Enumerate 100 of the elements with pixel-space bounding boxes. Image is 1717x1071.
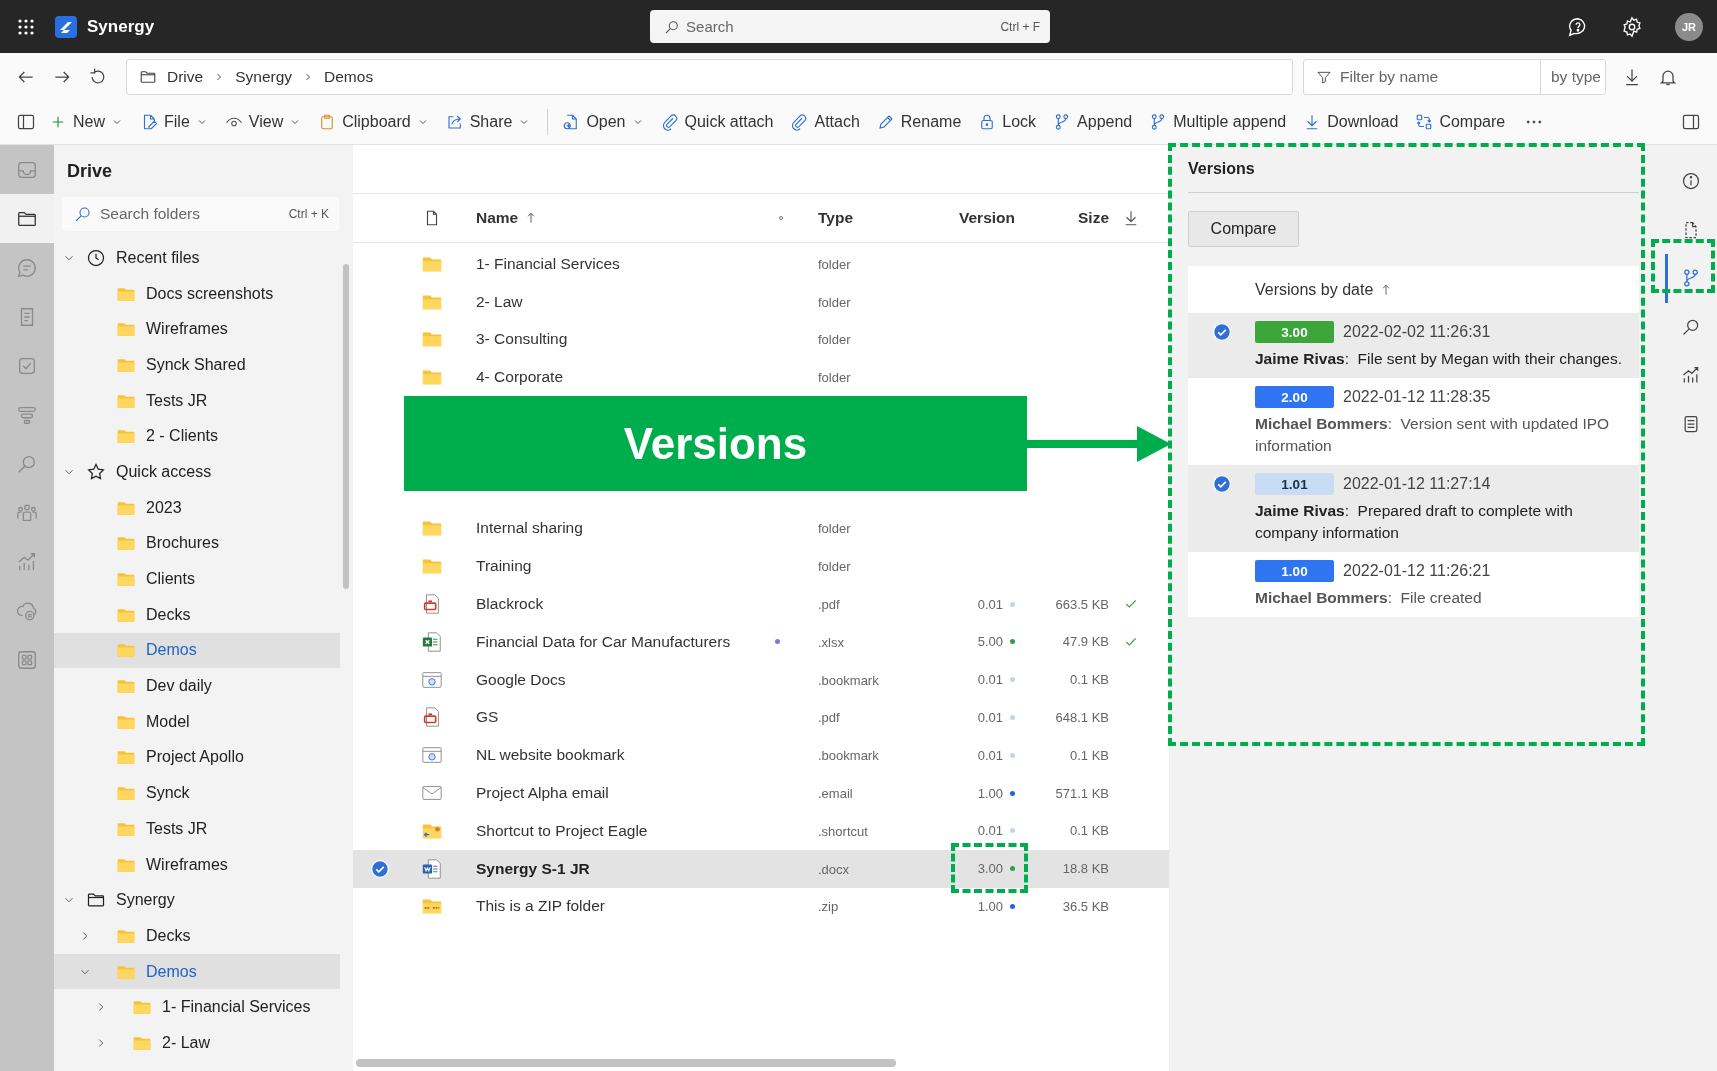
breadcrumb-item[interactable]: Synergy [235,67,293,86]
tree-item[interactable]: 2023 [54,489,340,526]
file-row[interactable]: Shortcut to Project Eagle .shortcut 0.01 0.1 KB [353,811,1169,850]
folder-search-box[interactable]: Search folders Ctrl + K [62,197,339,231]
toolbar-button[interactable]: Open [547,109,648,135]
tree-item[interactable]: Wireframes [54,311,340,348]
branch-icon [1681,268,1701,289]
breadcrumb-item[interactable]: Drive [167,67,204,86]
panel-toggle-icon[interactable] [1681,112,1701,132]
tree-item[interactable]: Tests JR [54,811,340,847]
version-date: 2022-01-12 11:26:21 [1343,562,1491,580]
file-row[interactable]: Synergy S-1 JR .docx 3.00 18.8 KB [353,849,1169,888]
folder-search-field[interactable]: Search folders [100,201,281,227]
list-header[interactable]: Versions by date [1255,280,1374,299]
file-size: 18.8 KB [1062,861,1109,877]
file-type: folder [818,294,851,310]
version-row[interactable]: 2.00 2022-01-12 11:28:35 Michael Bommers: Version sent with updated IPO information [1188,378,1639,465]
version-number: 0.01 [977,596,1003,612]
search-field[interactable]: Search [686,14,995,39]
toolbar-button[interactable]: Quick attach [656,109,778,135]
tree-item[interactable]: Dev daily [54,668,340,704]
compare-button[interactable]: Compare [1188,211,1299,247]
file-row[interactable]: 4- Corporate folder [353,358,1169,397]
tree-item[interactable]: Tests JR [54,382,340,419]
tree-item[interactable]: Demos [54,632,340,669]
scrollbar-thumb[interactable] [343,264,349,589]
version-comment: Jaime Rivas: File sent by Megan with their changes. [1255,349,1624,369]
toolbar-button[interactable]: Rename [872,109,966,135]
toolbar-button[interactable]: Download [1299,109,1403,135]
toolbar-button[interactable]: View [220,109,306,135]
file-row[interactable]: GS .pdf 0.01 648.1 KB [353,698,1169,737]
clock-icon [86,247,106,268]
toolbar-button[interactable]: Lock [974,109,1041,135]
version-number: 1.00 [977,898,1003,914]
file-type: .xlsx [818,634,844,650]
document-icon [421,857,443,880]
callout-banner: Versions [404,396,1027,491]
logo-icon [55,15,77,38]
file-row[interactable]: Training folder [353,547,1169,586]
shortcut-hint: Ctrl + K [288,207,329,221]
column-header[interactable]: Size [1078,209,1109,227]
file-row[interactable]: Financial Data for Car Manufacturers .xlsx 5.00 47.9 KB [353,622,1169,661]
tree-item[interactable]: Project Apollo [54,739,340,776]
toolbar-button[interactable]: Compare [1411,109,1510,135]
tree-item[interactable]: Model [54,703,340,740]
toolbar-button[interactable]: New [45,109,127,135]
file-name: NL website bookmark [476,746,625,765]
toolbar-button[interactable]: Share [441,109,535,135]
tree-item[interactable]: Clients [54,561,340,597]
tree-item[interactable]: Wireframes [54,846,340,883]
toolbar-button[interactable]: Clipboard [314,109,433,135]
share-icon [445,113,464,131]
tree-item[interactable]: Synck Shared [54,347,340,383]
file-type: .bookmark [818,748,879,764]
file-row[interactable]: This is a ZIP folder .zip 1.00 36.5 KB [353,887,1169,926]
toolbar-button[interactable]: Multiple append [1145,109,1291,135]
version-row[interactable]: 3.00 2022-02-02 11:26:31 Jaime Rivas: File sent by Megan with their changes. [1188,313,1639,378]
file-type: folder [818,256,851,272]
app-name: Synergy [87,16,155,37]
tree-item[interactable]: 2- Law [54,1025,340,1061]
file-row[interactable]: 1- Financial Services folder [353,245,1169,283]
tree-item[interactable]: Quick access [54,454,340,490]
version-row[interactable]: 1.00 2022-01-12 11:26:21 Michael Bommers: File created [1188,552,1639,617]
rail-button[interactable] [0,194,54,243]
tree-item[interactable]: Decks [54,918,340,954]
file-row[interactable]: Blackrock .pdf 0.01 663.5 KB [353,585,1169,623]
settings-icon[interactable] [1621,15,1643,38]
search-box[interactable]: Search Ctrl + F [650,10,1051,43]
file-name: Project Alpha email [476,784,609,803]
tree-item[interactable]: Synergy [54,882,340,919]
file-row[interactable]: Internal sharing folder [353,509,1169,548]
toolbar-button[interactable]: File [136,109,212,135]
toolbar-button[interactable]: Append [1049,109,1137,135]
column-header[interactable]: Version [959,209,1015,227]
tree-item[interactable]: Synck [54,775,340,811]
toolbar-button[interactable]: Attach [786,109,864,135]
check-circle-icon [1211,474,1232,494]
file-row[interactable]: NL website bookmark .bookmark 0.01 0.1 KB [353,736,1169,775]
tree-item[interactable]: Docs screenshots [54,275,340,312]
file-row[interactable]: Google Docs .bookmark 0.01 0.1 KB [353,660,1169,699]
version-comment: Michael Bommers: Version sent with updated IPO information [1255,414,1611,456]
tree-item[interactable]: 1- Financial Services [54,989,340,1026]
tree-item[interactable]: Recent files [54,240,340,276]
file-row[interactable]: Project Alpha email .email 1.00 571.1 KB [353,774,1169,812]
panel-toggle-icon[interactable] [16,112,36,132]
version-number: 3.00 [977,861,1003,877]
column-header[interactable]: Name [476,209,519,227]
scrollbar-thumb[interactable] [356,1059,896,1067]
tree-item[interactable]: Decks [54,596,340,633]
tree-item[interactable]: Brochures [54,525,340,562]
file-name: Blackrock [476,595,544,614]
version-row[interactable]: 1.01 2022-01-12 11:27:14 Jaime Rivas: Prepared draft to complete with company information [1188,465,1639,552]
file-row[interactable]: 3- Consulting folder [353,320,1169,359]
check-circle-icon [370,858,390,879]
file-row[interactable]: 2- Law folder [353,282,1169,321]
tree-item[interactable]: Demos [54,953,340,990]
breadcrumb-item[interactable]: Demos [324,67,374,86]
tree-item[interactable]: 2 - Clients [54,418,340,455]
file-size: 648.1 KB [1055,709,1109,725]
column-header[interactable]: Type [818,209,854,226]
